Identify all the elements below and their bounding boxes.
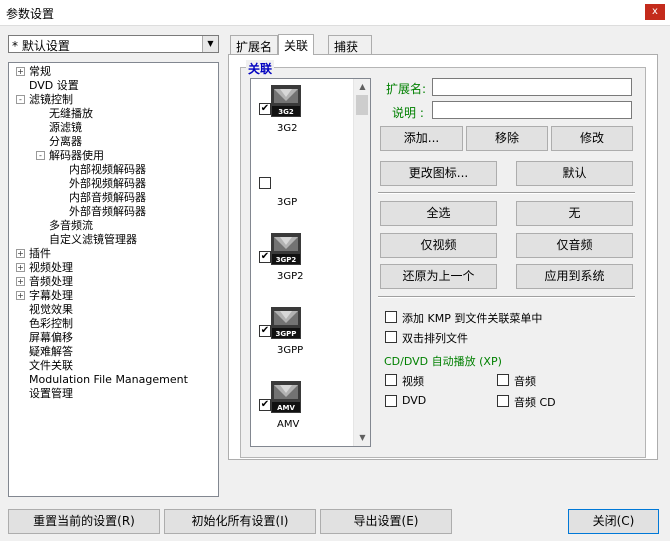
reset-settings-button[interactable]: 重置当前的设置(R) [8, 509, 160, 534]
filetype-checkbox[interactable]: ✔ [259, 399, 271, 411]
tree-item[interactable]: 字幕处理 [29, 289, 73, 303]
divider [378, 296, 635, 298]
init-settings-button[interactable]: 初始化所有设置(I) [164, 509, 316, 534]
autoplay-video-label: 视频 [402, 375, 424, 388]
filetype-checkbox[interactable]: ✔ [259, 251, 271, 263]
tree-item[interactable]: 多音频流 [49, 219, 93, 233]
tree-item[interactable]: 视频处理 [29, 261, 73, 275]
autoplay-audio-checkbox[interactable] [497, 374, 509, 386]
filetype-name: 3GP [277, 197, 298, 208]
autoplay-audiocd-label: 音频 CD [514, 396, 556, 409]
expand-icon[interactable]: + [16, 249, 25, 258]
change-icon-button[interactable]: 更改图标... [380, 161, 497, 186]
collapse-icon[interactable]: - [16, 95, 25, 104]
profile-selected: * 默认设置 [12, 39, 70, 53]
dbl-click-label: 双击排列文件 [402, 332, 468, 345]
tree-item[interactable]: 滤镜控制 [29, 93, 73, 107]
svg-text:3GPP: 3GPP [276, 330, 297, 338]
ext-label: 扩展名: [386, 82, 427, 96]
expand-icon[interactable]: + [16, 263, 25, 272]
filetype-checkbox[interactable]: ✔ [259, 325, 271, 337]
svg-text:3GP2: 3GP2 [276, 256, 297, 264]
apply-system-button[interactable]: 应用到系统 [516, 264, 633, 289]
tree-item[interactable]: 内部视频解码器 [69, 163, 146, 177]
scroll-down-icon[interactable]: ▼ [354, 430, 370, 446]
filetype-name: 3GP2 [277, 271, 304, 282]
group-label: 关联 [246, 60, 275, 77]
tree-item[interactable]: 视觉效果 [29, 303, 73, 317]
export-settings-button[interactable]: 导出设置(E) [320, 509, 452, 534]
add-button[interactable]: 添加... [380, 126, 463, 151]
expand-icon[interactable]: + [16, 277, 25, 286]
tree-item[interactable]: 内部音频解码器 [69, 191, 146, 205]
close-window-button[interactable]: x [645, 4, 665, 20]
none-button[interactable]: 无 [516, 201, 633, 226]
autoplay-audio-label: 音频 [514, 375, 536, 388]
tree-item[interactable]: DVD 设置 [29, 79, 79, 93]
title-bar [0, 0, 670, 26]
filetype-list[interactable]: ✔ 3G2 3G2 3GP ✔ 3GP2 3GP2 ✔ 3GPP 3GPP ✔ AMV AMV ▲ ▼ [250, 78, 371, 447]
tree-item[interactable]: 外部音频解码器 [69, 205, 146, 219]
expand-icon[interactable]: + [16, 67, 25, 76]
desc-label: 说明 : [392, 106, 424, 120]
tree-item[interactable]: 无缝播放 [49, 107, 93, 121]
remove-button[interactable]: 移除 [466, 126, 548, 151]
tab-association[interactable]: 关联 [278, 34, 315, 55]
autoplay-audiocd-checkbox[interactable] [497, 395, 509, 407]
collapse-icon[interactable]: - [36, 151, 45, 160]
filetype-name: 3GPP [277, 345, 304, 356]
tree-item[interactable]: 分离器 [49, 135, 82, 149]
tree-item[interactable]: 屏幕偏移 [29, 331, 73, 345]
audio-only-button[interactable]: 仅音频 [516, 233, 633, 258]
autoplay-video-checkbox[interactable] [385, 374, 397, 386]
chevron-down-icon[interactable]: ▼ [202, 36, 218, 52]
tab-extensions[interactable]: 扩展名 [230, 35, 279, 55]
edit-button[interactable]: 修改 [551, 126, 633, 151]
autoplay-label: CD/DVD 自动播放 (XP) [384, 355, 502, 368]
settings-tree[interactable]: + 常规 DVD 设置 - 滤镜控制 无缝播放 源滤镜 分离器 - 解码器使用 内部视频解码器 外部视… [8, 62, 219, 497]
desc-input[interactable] [432, 101, 632, 119]
autoplay-dvd-checkbox[interactable] [385, 395, 397, 407]
add-menu-checkbox[interactable] [385, 311, 397, 323]
tree-item[interactable]: Modulation File Management [29, 373, 188, 387]
video-only-button[interactable]: 仅视频 [380, 233, 497, 258]
restore-button[interactable]: 还原为上一个 [380, 264, 497, 289]
filetype-name: 3G2 [277, 123, 298, 134]
tree-item[interactable]: 常规 [29, 65, 51, 79]
tree-item[interactable]: 插件 [29, 247, 51, 261]
window-title: 参数设置 [6, 7, 55, 21]
filetype-checkbox[interactable] [259, 177, 271, 189]
scroll-up-icon[interactable]: ▲ [354, 79, 370, 95]
tree-item[interactable]: 色彩控制 [29, 317, 73, 331]
autoplay-dvd-label: DVD [402, 394, 427, 407]
select-all-button[interactable]: 全选 [380, 201, 497, 226]
tree-item[interactable]: 自定义滤镜管理器 [49, 233, 137, 247]
tab-capture[interactable]: 捕获 [328, 35, 372, 55]
close-dialog-button[interactable]: 关闭(C) [568, 509, 659, 534]
default-button[interactable]: 默认 [516, 161, 633, 186]
video-file-icon: AMV [271, 381, 301, 413]
video-file-icon: 3G2 [271, 85, 301, 117]
filetype-name: AMV [277, 419, 300, 430]
tree-item[interactable]: 外部视频解码器 [69, 177, 146, 191]
tree-item[interactable]: 疑难解答 [29, 345, 73, 359]
svg-text:AMV: AMV [277, 404, 295, 412]
ext-input[interactable] [432, 78, 632, 96]
tree-item[interactable]: 解码器使用 [49, 149, 104, 163]
video-file-icon: 3GP2 [271, 233, 301, 265]
list-scrollbar[interactable]: ▲ ▼ [353, 79, 370, 446]
dbl-click-checkbox[interactable] [385, 331, 397, 343]
add-menu-label: 添加 KMP 到文件关联菜单中 [402, 312, 543, 325]
filetype-checkbox[interactable]: ✔ [259, 103, 271, 115]
tree-item[interactable]: 设置管理 [29, 387, 73, 401]
video-file-icon: 3GPP [271, 307, 301, 339]
divider [378, 192, 635, 194]
tree-item[interactable]: 文件关联 [29, 359, 73, 373]
svg-text:3G2: 3G2 [278, 108, 294, 116]
profile-dropdown[interactable]: * 默认设置 ▼ [8, 35, 219, 53]
expand-icon[interactable]: + [16, 291, 25, 300]
tree-item[interactable]: 源滤镜 [49, 121, 82, 135]
scroll-thumb[interactable] [356, 95, 368, 115]
tree-item[interactable]: 音频处理 [29, 275, 73, 289]
